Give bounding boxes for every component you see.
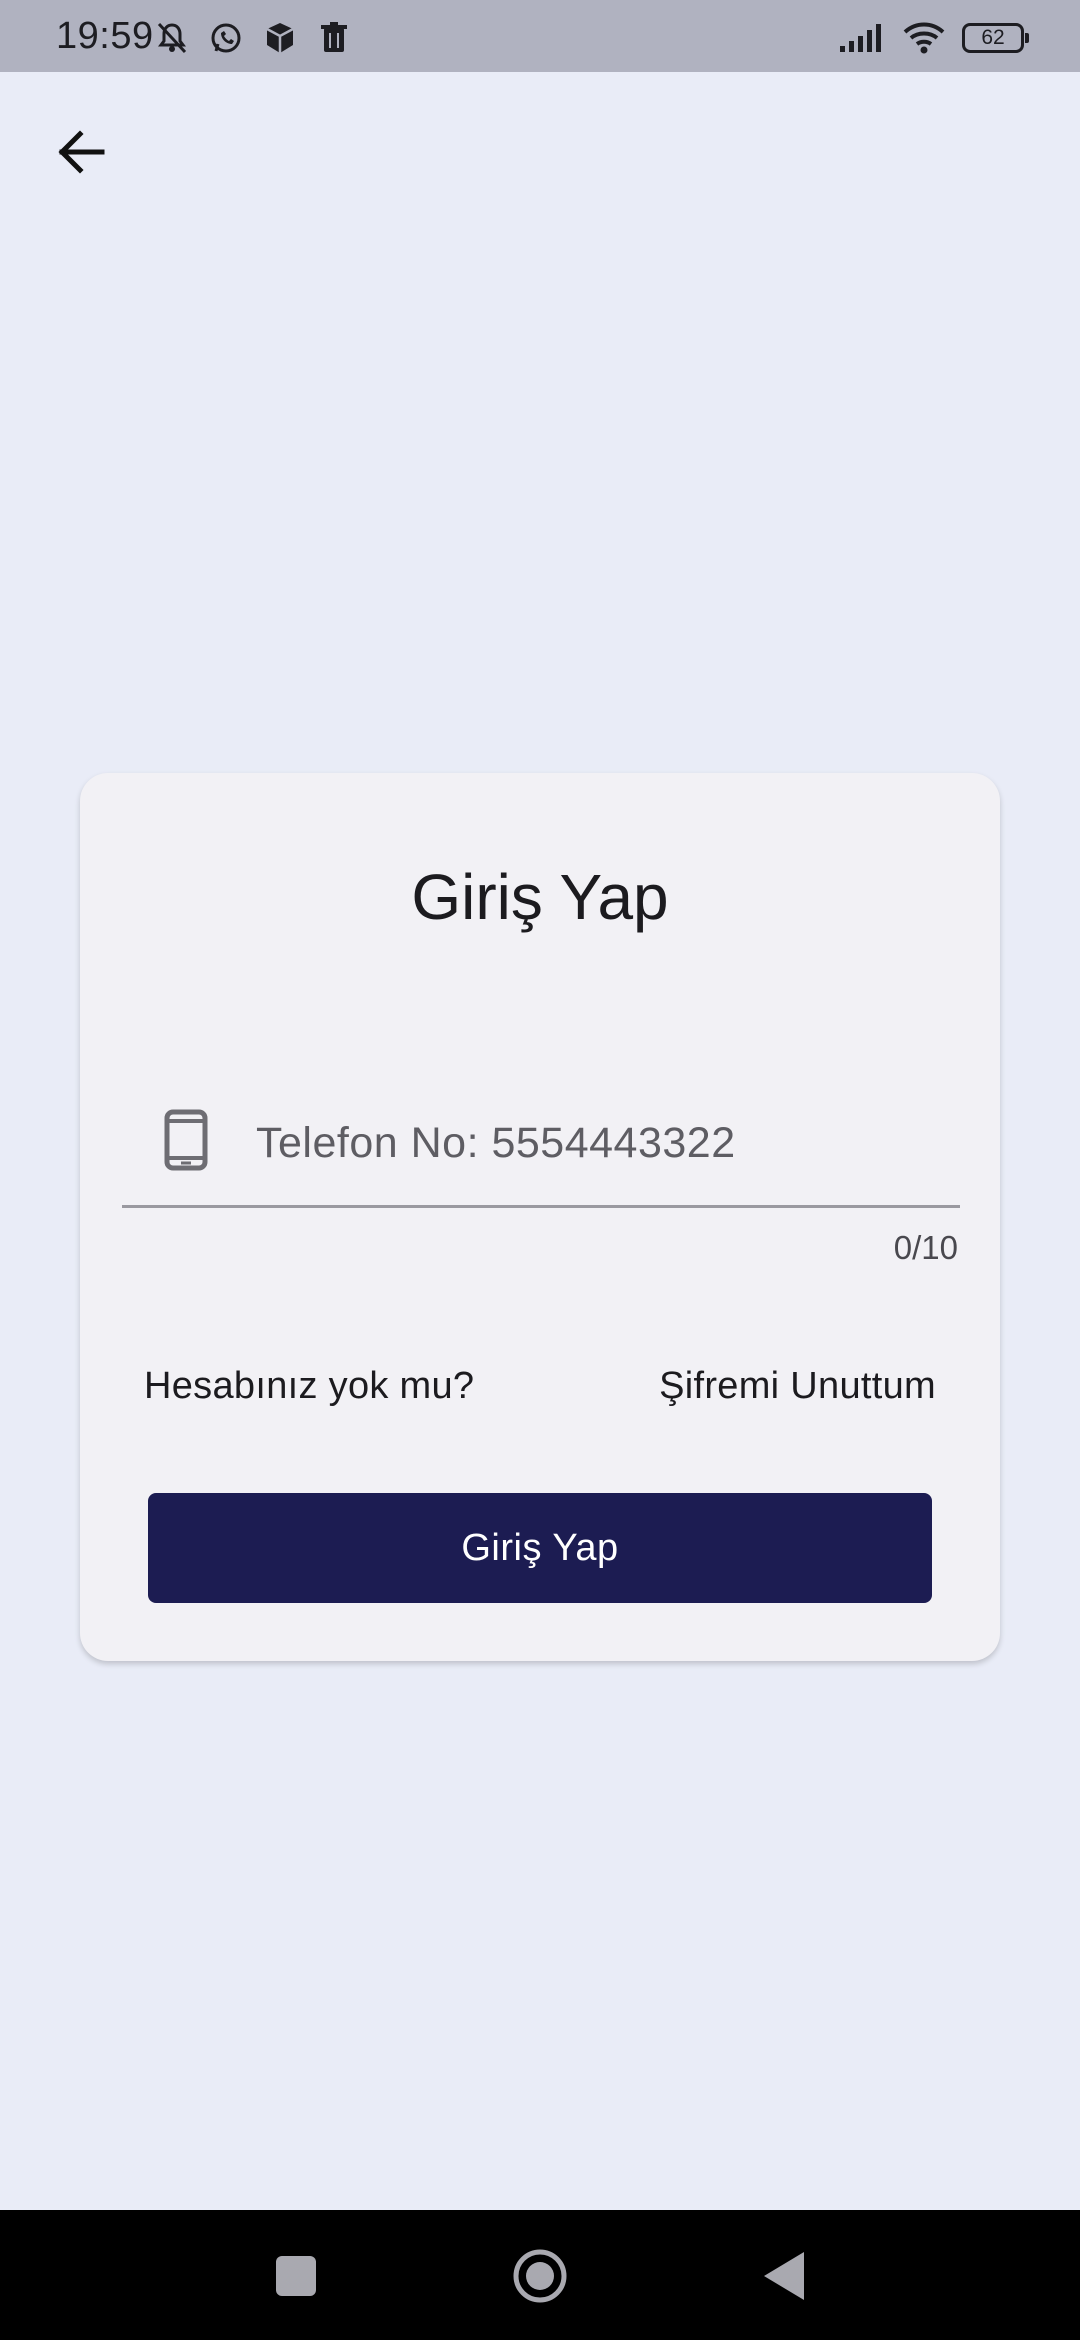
back-button[interactable]	[40, 112, 120, 192]
card-title: Giriş Yap	[411, 861, 669, 933]
phone-input[interactable]: Telefon No: 5554443322	[122, 1093, 960, 1208]
status-bar: 19:59 62	[0, 0, 1080, 72]
character-counter: 0/10	[893, 1229, 958, 1266]
notification-icons	[152, 20, 354, 56]
navigation-bar	[0, 2210, 1080, 2340]
system-icons: 62	[838, 20, 1029, 56]
arrow-left-icon	[58, 130, 105, 174]
battery-icon: 62	[962, 23, 1029, 53]
mute-icon	[157, 22, 187, 54]
home-button[interactable]	[512, 2248, 568, 2304]
package-icon	[266, 23, 294, 53]
status-time: 19:59	[56, 15, 154, 57]
login-button-label: Giriş Yap	[461, 1526, 619, 1569]
phone-placeholder: Telefon No: 5554443322	[256, 1119, 736, 1167]
register-link[interactable]: Hesabınız yok mu?	[144, 1365, 474, 1408]
login-button[interactable]: Giriş Yap	[148, 1493, 932, 1603]
recents-button[interactable]	[276, 2256, 316, 2296]
nav-back-button[interactable]	[760, 2250, 808, 2302]
forgot-password-link[interactable]: Şifremi Unuttum	[659, 1365, 936, 1408]
trash-icon	[321, 22, 347, 52]
wifi-icon	[903, 22, 945, 54]
signal-icon	[840, 24, 881, 52]
battery-level: 62	[981, 26, 1005, 49]
login-card: Giriş Yap Telefon No: 5554443322 0/10 He…	[80, 773, 1000, 1661]
smartphone-icon	[164, 1109, 208, 1171]
whatsapp-icon	[211, 23, 241, 53]
